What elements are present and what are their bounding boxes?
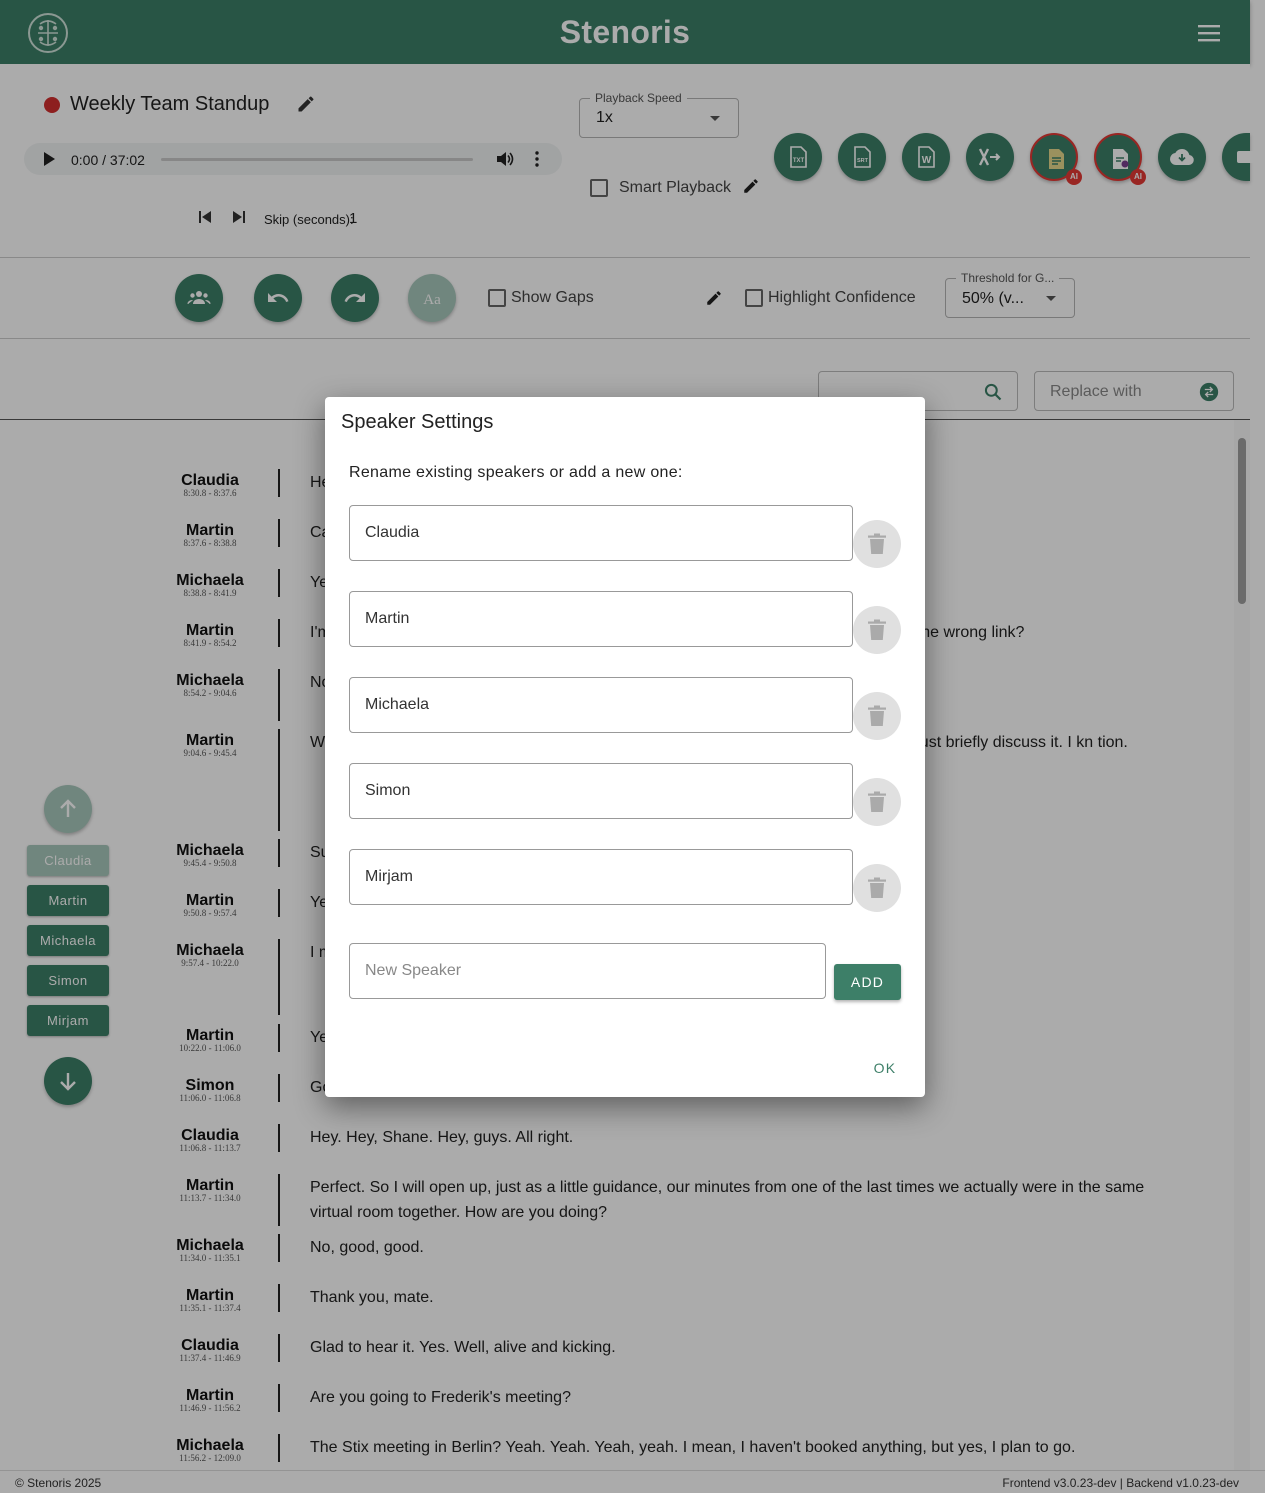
delete-speaker-button[interactable]: [853, 520, 901, 568]
ok-button[interactable]: OK: [863, 1060, 907, 1082]
delete-speaker-button[interactable]: [853, 864, 901, 912]
delete-speaker-button[interactable]: [853, 606, 901, 654]
trash-icon: [868, 705, 886, 726]
add-speaker-button[interactable]: ADD: [834, 964, 901, 1000]
trash-icon: [868, 619, 886, 640]
new-speaker-input[interactable]: New Speaker: [349, 943, 826, 999]
speaker-name-field-michaela[interactable]: Michaela: [349, 677, 853, 733]
speaker-settings-dialog: Speaker Settings Rename existing speaker…: [325, 397, 925, 1097]
speaker-name-field-claudia[interactable]: Claudia: [349, 505, 853, 561]
dialog-title: Speaker Settings: [341, 411, 494, 433]
dialog-subtitle: Rename existing speakers or add a new on…: [349, 464, 683, 481]
new-speaker-placeholder: New Speaker: [365, 962, 462, 979]
delete-speaker-button[interactable]: [853, 692, 901, 740]
trash-icon: [868, 791, 886, 812]
speaker-name-field-martin[interactable]: Martin: [349, 591, 853, 647]
delete-speaker-button[interactable]: [853, 778, 901, 826]
trash-icon: [868, 533, 886, 554]
speaker-name-field-simon[interactable]: Simon: [349, 763, 853, 819]
speaker-name-field-mirjam[interactable]: Mirjam: [349, 849, 853, 905]
trash-icon: [868, 877, 886, 898]
